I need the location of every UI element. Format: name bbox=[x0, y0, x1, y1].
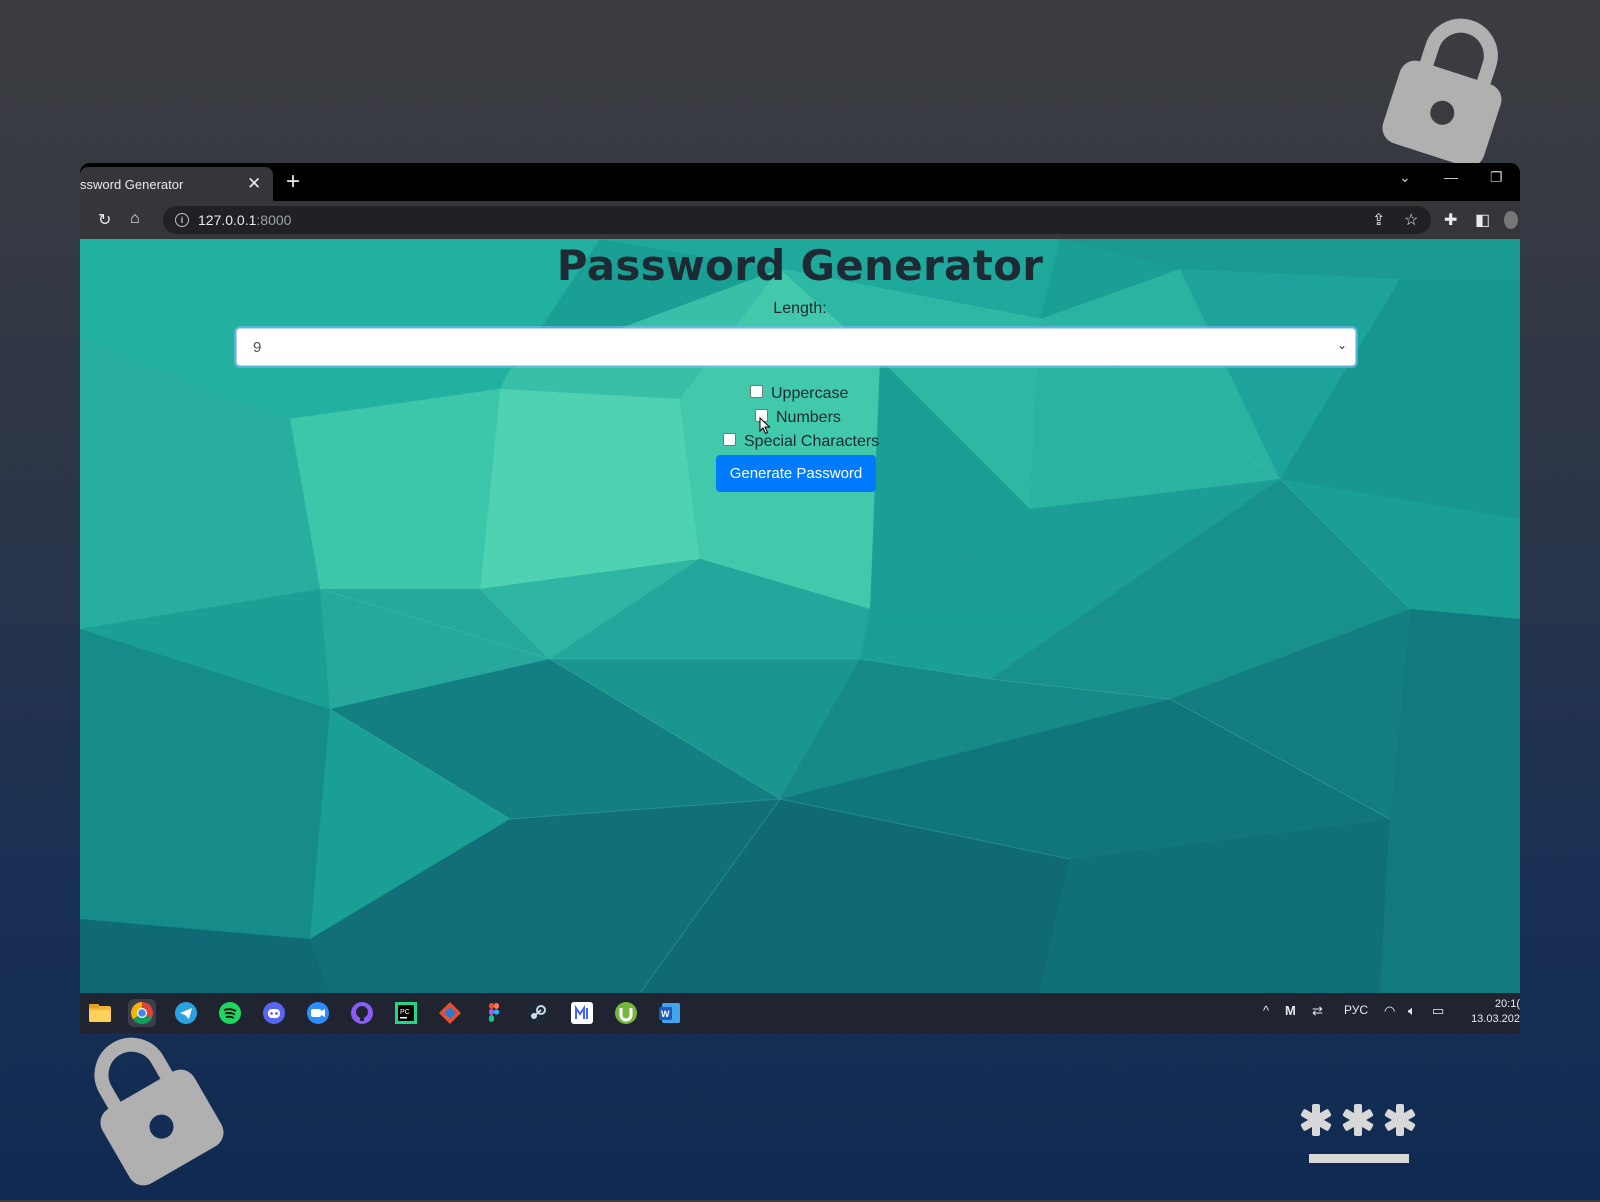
restore-icon[interactable]: ❐ bbox=[1490, 169, 1503, 186]
lock-icon bbox=[94, 1037, 224, 1186]
close-icon[interactable]: ✕ bbox=[247, 174, 261, 194]
password-asterisks-icon bbox=[1300, 1104, 1416, 1163]
network-switch-icon[interactable]: ⇄ bbox=[1312, 1003, 1323, 1019]
mouse-cursor-icon bbox=[759, 417, 771, 435]
miro-tray-icon[interactable]: M bbox=[1285, 1003, 1296, 1018]
github-icon[interactable] bbox=[348, 999, 376, 1027]
clock-date: 13.03.202 bbox=[1471, 1013, 1520, 1025]
sourcetree-icon[interactable] bbox=[436, 999, 464, 1027]
pycharm-icon[interactable]: PC bbox=[392, 999, 420, 1027]
svg-text:W: W bbox=[661, 1009, 670, 1019]
svg-text:PC: PC bbox=[400, 1009, 410, 1016]
utorrent-icon[interactable] bbox=[612, 999, 640, 1027]
info-icon[interactable]: i bbox=[175, 213, 189, 227]
taskbar: PC W ^ M ⇄ РУС ◠ 🔈︎ ▭ 20:1( 13.03.202 bbox=[80, 993, 1520, 1033]
steam-icon[interactable] bbox=[524, 999, 552, 1027]
numbers-label: Numbers bbox=[776, 409, 841, 426]
length-select-value: 9 bbox=[253, 339, 262, 356]
url-text: 127.0.0.1:8000 bbox=[198, 212, 291, 228]
tab-password-generator[interactable]: ssword Generator ✕ bbox=[80, 167, 273, 201]
url-port: :8000 bbox=[256, 212, 292, 228]
system-clock[interactable]: 20:1( 13.03.202 bbox=[1465, 997, 1520, 1027]
miro-icon[interactable] bbox=[568, 999, 596, 1027]
url-host: 127.0.0.1 bbox=[198, 212, 257, 228]
option-special-characters: Special Characters bbox=[723, 433, 879, 453]
word-icon[interactable]: W bbox=[656, 999, 684, 1027]
figma-icon[interactable] bbox=[480, 999, 508, 1027]
lock-icon bbox=[1382, 18, 1502, 167]
discord-icon[interactable] bbox=[260, 999, 288, 1027]
browser-window: ssword Generator ✕ + ⌄ — ❐ ↻ ⌂ i 127.0.0… bbox=[80, 163, 1520, 1033]
chrome-icon[interactable] bbox=[128, 999, 156, 1027]
star-icon[interactable]: ☆ bbox=[1404, 210, 1418, 230]
option-uppercase: Uppercase bbox=[750, 385, 848, 405]
volume-icon[interactable]: 🔈︎ bbox=[1408, 1003, 1416, 1019]
minimize-icon[interactable]: — bbox=[1444, 169, 1458, 185]
address-bar[interactable]: i 127.0.0.1:8000 bbox=[163, 206, 1431, 234]
profile-avatar[interactable] bbox=[1504, 211, 1518, 229]
uppercase-checkbox[interactable] bbox=[750, 385, 763, 399]
extensions-icon[interactable]: ✚ bbox=[1444, 210, 1457, 230]
telegram-icon[interactable] bbox=[172, 999, 200, 1027]
spotify-icon[interactable] bbox=[216, 999, 244, 1027]
special-characters-checkbox[interactable] bbox=[723, 433, 736, 447]
language-indicator[interactable]: РУС bbox=[1344, 1003, 1368, 1017]
uppercase-label: Uppercase bbox=[771, 385, 849, 402]
page-title: Password Generator bbox=[556, 241, 1044, 290]
zoom-icon[interactable] bbox=[304, 999, 332, 1027]
reload-icon[interactable]: ↻ bbox=[98, 210, 111, 230]
browser-toolbar: ↻ ⌂ i 127.0.0.1:8000 ⇪ ☆ ✚ ◧ bbox=[80, 201, 1520, 239]
new-tab-button[interactable]: + bbox=[286, 168, 300, 196]
page-viewport: Password Generator Length: 9 ⌄ Uppercase… bbox=[80, 239, 1520, 993]
tab-title: ssword Generator bbox=[80, 177, 184, 192]
chevron-down-icon: ⌄ bbox=[1336, 338, 1347, 352]
generate-password-button[interactable]: Generate Password bbox=[716, 455, 876, 492]
wifi-icon[interactable]: ◠ bbox=[1384, 1003, 1395, 1019]
tab-bar: ssword Generator ✕ + ⌄ — ❐ bbox=[80, 163, 1520, 201]
length-label: Length: bbox=[773, 300, 827, 317]
battery-icon[interactable]: ▭ bbox=[1432, 1003, 1444, 1019]
file-explorer-icon[interactable] bbox=[86, 999, 114, 1027]
home-icon[interactable]: ⌂ bbox=[130, 210, 140, 228]
tab-search-icon[interactable]: ⌄ bbox=[1399, 169, 1411, 186]
chevron-up-icon[interactable]: ^ bbox=[1263, 1003, 1269, 1018]
side-panel-icon[interactable]: ◧ bbox=[1475, 210, 1490, 230]
length-select[interactable]: 9 ⌄ bbox=[236, 328, 1356, 366]
clock-time: 20:1( bbox=[1494, 998, 1520, 1010]
special-characters-label: Special Characters bbox=[744, 433, 880, 450]
share-icon[interactable]: ⇪ bbox=[1372, 210, 1385, 230]
